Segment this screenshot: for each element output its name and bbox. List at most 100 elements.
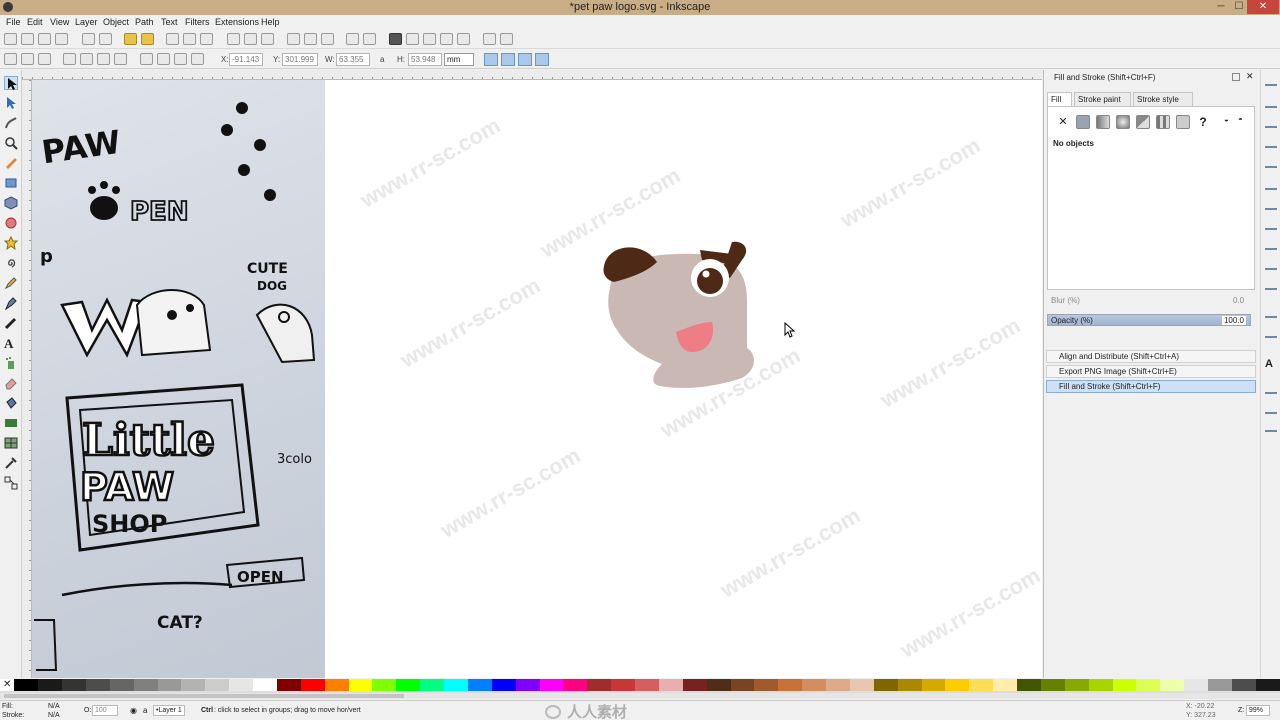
gradient-tool-icon[interactable] xyxy=(4,416,18,430)
flip-horizontal-icon[interactable] xyxy=(97,53,110,65)
zoom-page-icon[interactable] xyxy=(261,33,274,45)
text-tool-icon[interactable]: A xyxy=(4,336,18,351)
menu-object[interactable]: Object xyxy=(103,17,129,27)
opacity-value[interactable]: 100.0 xyxy=(1221,316,1246,325)
no-paint-icon[interactable]: ✕ xyxy=(1056,115,1070,129)
layers-icon[interactable] xyxy=(423,33,436,45)
spray-tool-icon[interactable] xyxy=(4,356,18,370)
import-icon[interactable] xyxy=(82,33,95,45)
dropper-tool-icon[interactable] xyxy=(4,456,18,470)
paste-icon[interactable] xyxy=(200,33,213,45)
ellipse-tool-icon[interactable] xyxy=(4,216,18,230)
flip-vertical-icon[interactable] xyxy=(114,53,127,65)
radial-gradient-icon[interactable] xyxy=(1116,115,1130,129)
preferences-icon[interactable] xyxy=(483,33,496,45)
snap-bbox-corner-icon[interactable] xyxy=(1265,138,1277,148)
hide-layer-icon[interactable]: ◉ xyxy=(130,706,137,715)
ungroup-icon[interactable] xyxy=(363,33,376,45)
snap-cusp-nodes-icon[interactable] xyxy=(1265,240,1277,250)
snap-bbox-icon[interactable] xyxy=(1265,98,1277,108)
palette-scrollbar[interactable] xyxy=(0,693,1280,699)
color-palette[interactable]: ✕ xyxy=(0,679,1280,693)
panel-close-icon[interactable]: ✕ xyxy=(1246,71,1254,82)
group-icon[interactable] xyxy=(346,33,359,45)
connector-tool-icon[interactable] xyxy=(4,476,18,490)
tab-fill[interactable]: Fill xyxy=(1047,92,1072,106)
document-properties-icon[interactable] xyxy=(500,33,513,45)
horizontal-ruler[interactable] xyxy=(22,70,1042,80)
eraser-tool-icon[interactable] xyxy=(4,376,18,390)
snap-toggle-icon[interactable] xyxy=(1265,76,1277,86)
text-font-icon[interactable] xyxy=(406,33,419,45)
current-layer-select[interactable]: •Layer 1 xyxy=(153,705,185,716)
tweak-tool-icon[interactable] xyxy=(4,116,18,130)
reference-sketch-image[interactable]: PAW PEN CUTE DOG p Little PAW SHOP 3colo xyxy=(32,80,325,678)
fill-rule-nonzero-icon[interactable]: ◓ xyxy=(1238,115,1252,129)
palette-scrollbar-thumb[interactable] xyxy=(4,694,404,698)
canvas[interactable]: PAW PEN CUTE DOG p Little PAW SHOP 3colo xyxy=(32,80,1042,678)
new-document-icon[interactable] xyxy=(4,33,17,45)
snap-bbox-midpoint-icon[interactable] xyxy=(1265,158,1277,168)
h-input[interactable]: 53.948 xyxy=(408,53,442,66)
measure-tool-icon[interactable] xyxy=(4,156,18,170)
menu-path[interactable]: Path xyxy=(135,17,154,27)
snap-nodes-icon[interactable] xyxy=(1265,180,1277,190)
menu-filters[interactable]: Filters xyxy=(185,17,210,27)
lock-icon[interactable]: a xyxy=(380,55,384,64)
calligraphy-tool-icon[interactable] xyxy=(4,316,18,330)
snap-page-border-icon[interactable] xyxy=(1265,384,1277,394)
flat-color-icon[interactable] xyxy=(1076,115,1090,129)
menu-extensions[interactable]: Extensions xyxy=(215,17,259,27)
dock-item-fill-stroke[interactable]: Fill and Stroke (Shift+Ctrl+F) xyxy=(1046,380,1256,393)
move-gradients-icon[interactable] xyxy=(518,53,532,66)
minimize-button[interactable]: ─ xyxy=(1214,0,1228,14)
fill-rule-evenodd-icon[interactable]: ◒ xyxy=(1224,115,1238,129)
close-button[interactable]: ✕ xyxy=(1247,0,1279,14)
menu-help[interactable]: Help xyxy=(261,17,280,27)
print-icon[interactable] xyxy=(55,33,68,45)
lower-to-bottom-icon[interactable] xyxy=(191,53,204,65)
unset-paint-icon[interactable]: ? xyxy=(1196,115,1210,129)
scale-corners-icon[interactable] xyxy=(501,53,515,66)
snap-smooth-nodes-icon[interactable] xyxy=(1265,260,1277,270)
clone-icon[interactable] xyxy=(304,33,317,45)
vertical-ruler[interactable] xyxy=(22,80,32,678)
fill-stroke-dialog-icon[interactable] xyxy=(389,33,402,45)
pattern-icon[interactable] xyxy=(1156,115,1170,129)
linear-gradient-icon[interactable] xyxy=(1096,115,1110,129)
menu-view[interactable]: View xyxy=(50,17,69,27)
tab-stroke-style[interactable]: Stroke style xyxy=(1133,92,1193,106)
raise-to-top-icon[interactable] xyxy=(140,53,153,65)
rectangle-tool-icon[interactable] xyxy=(4,176,18,190)
pen-tool-icon[interactable] xyxy=(4,296,18,311)
select-all-icon[interactable] xyxy=(4,53,17,65)
unit-select[interactable]: mm xyxy=(444,53,474,66)
snap-guides-icon[interactable] xyxy=(1265,422,1277,432)
no-color-swatch[interactable]: ✕ xyxy=(0,679,15,691)
menu-edit[interactable]: Edit xyxy=(27,17,43,27)
duplicate-icon[interactable] xyxy=(287,33,300,45)
node-tool-icon[interactable] xyxy=(4,96,18,110)
menu-layer[interactable]: Layer xyxy=(75,17,98,27)
align-distribute-icon[interactable] xyxy=(457,33,470,45)
mesh-gradient-icon[interactable] xyxy=(1136,115,1150,129)
save-icon[interactable] xyxy=(38,33,51,45)
select-all-layers-icon[interactable] xyxy=(21,53,34,65)
y-input[interactable]: 301.999 xyxy=(282,53,318,66)
zoom-selection-icon[interactable] xyxy=(227,33,240,45)
spiral-tool-icon[interactable] xyxy=(4,256,18,270)
selector-tool-icon[interactable] xyxy=(4,76,18,90)
lock-layer-icon[interactable]: a xyxy=(143,706,147,715)
snap-rotation-center-icon[interactable] xyxy=(1265,328,1277,338)
zoom-input[interactable]: 99% xyxy=(1246,705,1270,716)
snap-paths-icon[interactable] xyxy=(1265,200,1277,210)
panel-detach-icon[interactable] xyxy=(1232,73,1240,81)
3d-box-tool-icon[interactable] xyxy=(4,196,18,210)
lower-icon[interactable] xyxy=(174,53,187,65)
x-input[interactable]: -91.143 xyxy=(229,53,263,66)
move-patterns-icon[interactable] xyxy=(535,53,549,66)
opacity-status-input[interactable]: 100 xyxy=(92,705,118,716)
snap-bbox-edge-icon[interactable] xyxy=(1265,118,1277,128)
scale-stroke-icon[interactable] xyxy=(484,53,498,66)
snap-midpoints-icon[interactable] xyxy=(1265,280,1277,290)
